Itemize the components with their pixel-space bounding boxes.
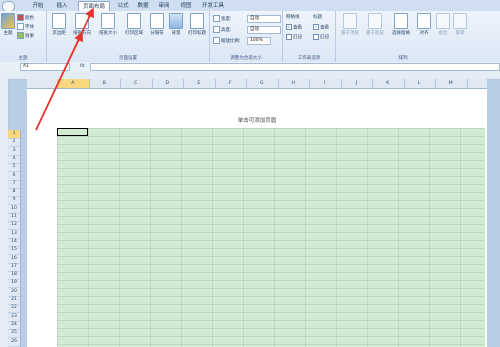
function-icon[interactable]: fx	[80, 63, 85, 69]
theme-group: 主题 颜色 字体 效果 主题	[0, 11, 47, 62]
tab-review[interactable]: 审阅	[155, 1, 173, 11]
margins-button[interactable]: 页边距	[50, 13, 68, 36]
formula-input[interactable]	[90, 63, 500, 71]
print-titles-button[interactable]: 打印标题	[186, 13, 208, 36]
ribbon: 主题 颜色 字体 效果 主题 页边距 纸张方向 纸张大小 打印区域 分隔符 背景…	[0, 11, 500, 63]
row-headers: 1 2 3 4 5 6 7 8 9 10 11 12 13 14 15 16 17 18 19 20 21 22 23 24 2…	[8, 130, 21, 347]
rotate-button[interactable]: 旋转	[453, 13, 467, 36]
headings-heading: 标题	[313, 15, 322, 20]
themes-button[interactable]: 主题	[1, 13, 15, 36]
margins-icon	[52, 13, 66, 29]
tab-formulas[interactable]: 公式	[114, 1, 132, 11]
print-titles-icon	[190, 13, 204, 29]
width-select[interactable]: 自动	[247, 15, 281, 23]
scale-input[interactable]: 100%	[247, 37, 271, 45]
fonts-icon	[17, 23, 24, 30]
column-header-m[interactable]: M	[435, 79, 468, 88]
align-button[interactable]: 对齐	[416, 13, 432, 36]
rotate-icon	[453, 13, 467, 29]
unchecked-box-icon	[286, 34, 292, 40]
gridlines-heading: 网格线	[286, 15, 300, 20]
column-header-g[interactable]: G	[246, 79, 279, 88]
colors-icon	[17, 14, 24, 21]
width-icon	[213, 15, 220, 22]
scale-label: 缩放比例:	[213, 37, 241, 44]
theme-colors-button[interactable]: 颜色	[17, 14, 34, 21]
group-icon	[436, 13, 450, 29]
bring-forward-button[interactable]: 置于顶层	[339, 13, 361, 36]
column-header-h[interactable]: H	[278, 79, 310, 88]
column-header-e[interactable]: E	[183, 79, 216, 88]
cell-grid[interactable]	[57, 128, 485, 347]
align-icon	[417, 13, 431, 29]
tab-home[interactable]: 开始	[28, 1, 48, 11]
orientation-button[interactable]: 纸张方向	[71, 13, 93, 36]
group-button[interactable]: 组合	[435, 13, 451, 36]
breaks-icon	[150, 13, 164, 29]
breaks-button[interactable]: 分隔符	[148, 13, 166, 36]
group-label-theme: 主题	[18, 56, 28, 61]
column-header-a[interactable]: A	[57, 79, 90, 88]
send-backward-icon	[368, 13, 382, 29]
page-setup-group: 页边距 纸张方向 纸张大小 打印区域 分隔符 背景 打印标题 页面设置	[47, 11, 210, 62]
column-header-f[interactable]: F	[215, 79, 247, 88]
selection-pane-icon	[394, 13, 408, 29]
page-size-icon	[101, 13, 115, 29]
column-header-b[interactable]: B	[89, 79, 121, 88]
gridlines-print-checkbox[interactable]: 打印	[286, 34, 302, 41]
headings-view-checkbox[interactable]: ✓ 查看	[313, 24, 329, 31]
width-label: 宽度:	[213, 15, 232, 22]
background-button[interactable]: 背景	[168, 13, 184, 36]
group-label-page-setup: 页面设置	[119, 56, 137, 61]
tab-insert[interactable]: 插入	[52, 1, 72, 11]
page-header-area[interactable]: 单击可添加页眉	[27, 112, 487, 128]
name-box[interactable]: A1	[20, 63, 70, 71]
column-header-i[interactable]: I	[309, 79, 342, 88]
theme-effects-button[interactable]: 效果	[17, 32, 34, 39]
column-header-c[interactable]: C	[120, 79, 153, 88]
effects-icon	[17, 32, 24, 39]
tab-view[interactable]: 视图	[177, 1, 195, 11]
checkmark-icon: ✓	[286, 24, 292, 30]
row-header-26[interactable]: 26	[8, 338, 20, 347]
headings-print-checkbox[interactable]: 打印	[313, 34, 329, 41]
theme-fonts-button[interactable]: 字体	[17, 23, 34, 30]
header-prompt[interactable]: 单击可添加页眉	[27, 116, 487, 124]
height-icon	[213, 26, 220, 33]
background-image-icon	[169, 13, 183, 29]
column-header-l[interactable]: L	[404, 79, 436, 88]
arrange-group: 置于顶层 置于底层 选择窗格 对齐 组合 旋转 排列	[336, 11, 470, 62]
height-label: 高度:	[213, 26, 232, 33]
selected-cell[interactable]	[57, 128, 88, 136]
unchecked-box-icon	[313, 34, 319, 40]
theme-icon	[1, 13, 15, 29]
group-label-sheet-options: 工作表选项	[297, 56, 321, 61]
height-select[interactable]: 自动	[247, 26, 281, 34]
column-header-k[interactable]: K	[372, 79, 405, 88]
tab-developer[interactable]: 开发工具	[200, 1, 226, 11]
scale-icon	[213, 37, 220, 44]
column-headers: ABCDEFGHIJKLM	[27, 79, 487, 89]
scale-to-fit-group: 宽度: 自动 高度: 自动 缩放比例: 100% 调整为合适大小	[210, 11, 283, 62]
tab-data[interactable]: 数据	[134, 1, 152, 11]
sheet-options-group: 网格线 标题 ✓ 查看 ✓ 查看 打印 打印 工作表选项	[283, 11, 336, 62]
gridlines-view-checkbox[interactable]: ✓ 查看	[286, 24, 302, 31]
column-header-j[interactable]: J	[341, 79, 373, 88]
column-header-d[interactable]: D	[152, 79, 184, 88]
size-button[interactable]: 纸张大小	[97, 13, 119, 36]
print-area-icon	[127, 13, 141, 29]
print-area-button[interactable]: 打印区域	[123, 13, 145, 36]
bring-forward-icon	[343, 13, 357, 29]
selection-pane-button[interactable]: 选择窗格	[390, 13, 412, 36]
send-backward-button[interactable]: 置于底层	[364, 13, 386, 36]
group-label-scale: 调整为合适大小	[230, 56, 262, 61]
orientation-icon	[75, 13, 89, 29]
group-label-arrange: 排列	[398, 56, 408, 61]
checkmark-icon: ✓	[313, 24, 319, 30]
